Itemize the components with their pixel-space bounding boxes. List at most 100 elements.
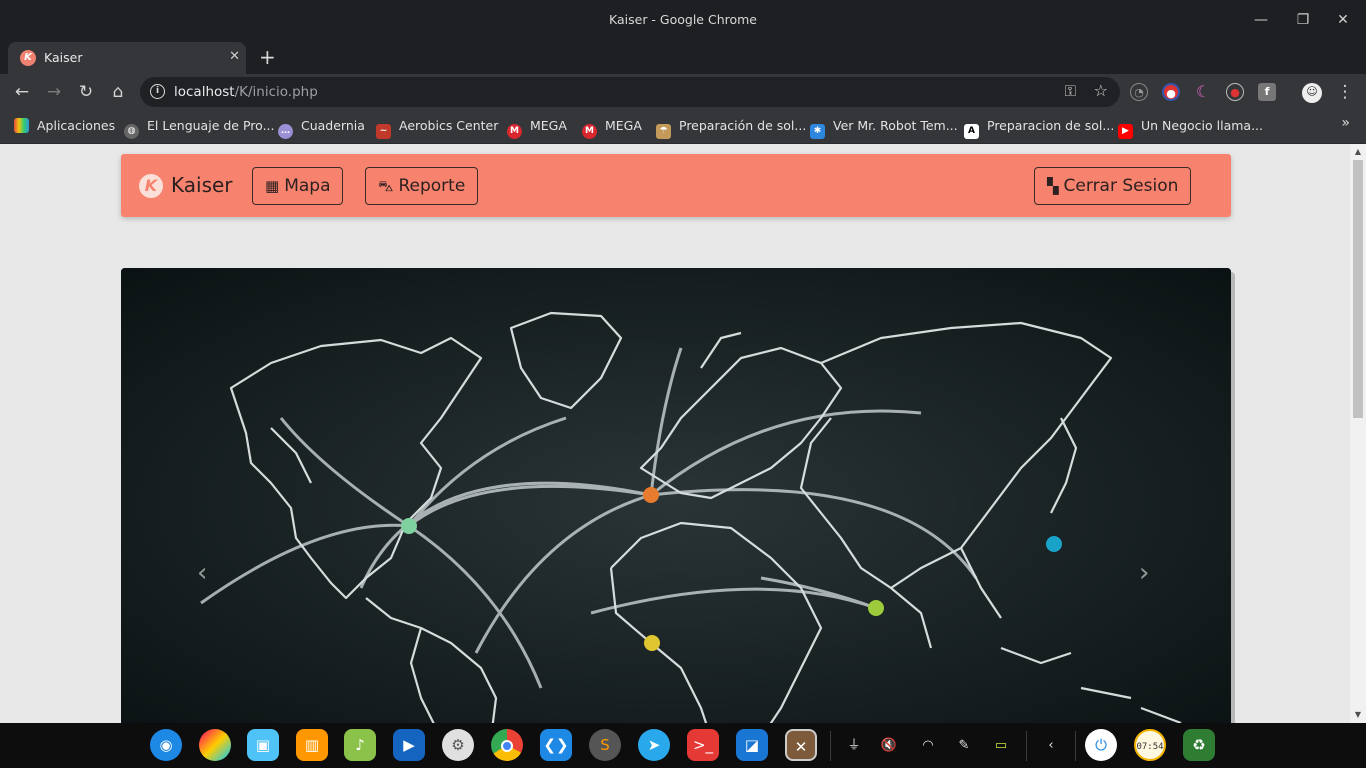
telegram-icon[interactable]: ➤ [638,729,670,761]
taskbar-divider [1026,731,1027,761]
tab-strip: K Kaiser ✕ [0,40,1366,74]
extension-adblock-icon[interactable]: ● [1162,83,1180,101]
bookmark-label: El Lenguaje de Pro... [147,118,275,133]
site-navbar: K Kaiser ▦ Mapa ⛍ Reporte ▚ Cerrar Sesion [121,154,1231,217]
mute-icon[interactable]: 🔇 [879,736,899,756]
chrome-icon[interactable] [491,729,523,761]
report-button-label: Reporte [398,176,466,196]
browser-tab[interactable]: K Kaiser ✕ [8,42,246,74]
chevron-left-icon[interactable]: ‹ [1041,736,1061,756]
tab-close-icon[interactable]: ✕ [229,49,240,64]
forward-arrow-icon[interactable]: → [43,81,65,103]
extension-moon-icon[interactable]: ☾ [1194,83,1212,101]
scroll-up-icon[interactable]: ▲ [1353,147,1363,156]
bookmarks-bar: Aplicaciones ◍ El Lenguaje de Pro... … Cua… [0,110,1366,144]
launcher-icon[interactable]: ◉ [150,729,182,761]
carousel-prev-icon[interactable]: ‹ [197,558,207,588]
mega-icon: M [582,124,597,139]
extension-record-icon[interactable]: ● [1226,83,1244,101]
power-icon[interactable]: ⏻ [1085,729,1117,761]
map-button[interactable]: ▦ Mapa [252,167,344,205]
kaiser-favicon-icon: K [20,50,36,66]
taskbar-divider [1075,731,1076,761]
back-arrow-icon[interactable]: ← [11,81,33,103]
globe-icon: ◍ [124,124,139,139]
color-picker-icon[interactable] [199,729,231,761]
scrollbar-thumb[interactable] [1353,160,1363,418]
bookmark-item[interactable]: Aplicaciones [14,118,115,136]
bookmark-item[interactable]: ✱ Ver Mr. Robot Tem... [810,118,958,139]
tool-icon[interactable]: ✕ [785,729,817,761]
map-point [644,635,660,651]
url-text[interactable]: localhost/K/inicio.php [174,84,318,100]
car-crash-icon: ⛍ [378,177,394,195]
browser-toolbar: ← → ↻ ⌂ i localhost/K/inicio.php ⚿ ☆ ◔ ●… [0,74,1366,110]
bookmark-label: Aplicaciones [37,118,116,133]
bookmark-item[interactable]: … Cuadernia [278,118,365,139]
carousel-next-icon[interactable]: › [1139,558,1149,588]
store-icon[interactable]: ▣ [247,729,279,761]
bookmark-label: Aerobics Center [399,118,499,133]
bookmark-item[interactable]: M MEGA [582,118,642,139]
map-button-label: Mapa [284,176,331,196]
world-map-image [121,268,1231,723]
report-button[interactable]: ⛍ Reporte [365,167,479,205]
extension-clock-icon[interactable]: ◔ [1130,83,1148,101]
menu-dots-icon[interactable]: ⋮ [1334,81,1356,103]
terminal-icon[interactable]: >_ [687,729,719,761]
clock-icon[interactable]: 07:54 [1134,729,1166,761]
logout-button[interactable]: ▚ Cerrar Sesion [1034,167,1192,205]
taskbar-divider [830,731,831,761]
map-point [401,518,417,534]
minimize-button[interactable]: — [1251,10,1271,30]
bookmark-item[interactable]: ~ Aerobics Center [376,118,499,139]
archive-icon[interactable]: ▥ [296,729,328,761]
youtube-icon: ▶ [1118,124,1133,139]
bookmark-label: Cuadernia [301,118,365,133]
profile-avatar[interactable]: ☺ [1302,83,1322,103]
bookmark-item[interactable]: A Preparacion de sol... [964,118,1115,139]
reload-icon[interactable]: ↻ [75,81,97,103]
home-icon[interactable]: ⌂ [107,81,129,103]
bookmarks-overflow-icon[interactable]: » [1341,115,1350,131]
brand-name: Kaiser [171,173,233,197]
url-path: /K/inicio.php [234,84,318,100]
bookmark-label: Preparacion de sol... [987,118,1115,133]
bookmark-label: Un Negocio llama... [1141,118,1263,133]
mega-icon: M [507,124,522,139]
bookmark-star-icon[interactable]: ☆ [1094,81,1108,100]
bookmark-item[interactable]: ◍ El Lenguaje de Pro... [124,118,275,139]
usb-icon[interactable]: ⏚ [844,736,864,756]
address-bar[interactable]: i localhost/K/inicio.php ⚿ ☆ [140,77,1120,107]
wifi-icon[interactable]: ◠ [918,736,938,756]
sublime-icon[interactable]: S [589,729,621,761]
trash-icon[interactable]: ♻ [1183,729,1215,761]
key-icon[interactable]: ⚿ [1065,82,1076,100]
pen-icon[interactable]: ✎ [954,736,974,756]
new-tab-button[interactable]: + [259,45,276,69]
map-point [868,600,884,616]
door-exit-icon: ▚ [1047,177,1059,195]
window-title: Kaiser - Google Chrome [609,12,757,27]
bookmark-item[interactable]: M MEGA [507,118,567,139]
map-point [1046,536,1062,552]
page-scrollbar[interactable]: ▲ ▼ [1350,144,1366,723]
bug-icon: ✱ [810,124,825,139]
settings-icon[interactable]: ⚙ [442,729,474,761]
window-icon[interactable]: ◪ [736,729,768,761]
video-icon[interactable]: ▶ [393,729,425,761]
site-info-icon[interactable]: i [150,84,165,99]
vscode-icon[interactable]: ❮❯ [540,729,572,761]
music-icon[interactable]: ♪ [344,729,376,761]
map-point [643,487,659,503]
scroll-down-icon[interactable]: ▼ [1353,710,1363,719]
bookmark-item[interactable]: ☂ Preparación de sol... [656,118,806,139]
maximize-button[interactable]: ❐ [1293,10,1313,30]
extension-facebook-icon[interactable]: f [1258,83,1276,101]
aerobics-icon: ~ [376,124,391,139]
image-carousel: ‹ › [121,268,1231,723]
close-window-button[interactable]: ✕ [1333,10,1353,30]
battery-icon[interactable]: ▭ [991,736,1011,756]
bookmark-item[interactable]: ▶ Un Negocio llama... [1118,118,1263,139]
brand[interactable]: K Kaiser [139,173,233,198]
